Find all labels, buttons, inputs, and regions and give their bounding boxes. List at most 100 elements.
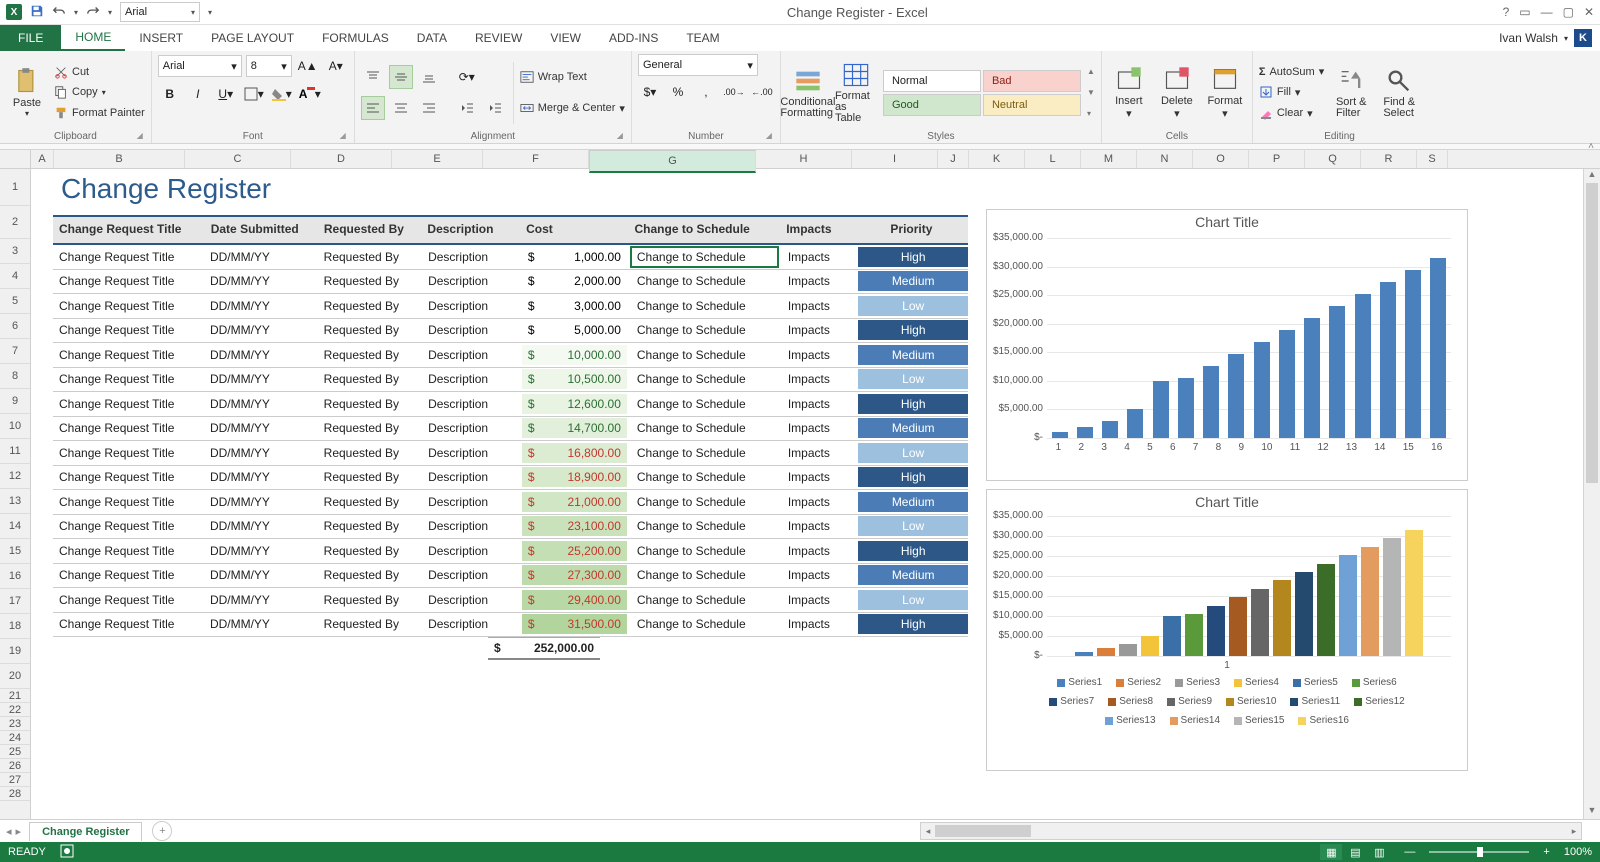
vertical-scrollbar[interactable]: ▲▼ xyxy=(1583,169,1600,819)
table-row[interactable]: Change Request TitleDD/MM/YYRequested By… xyxy=(53,245,968,270)
row-header[interactable]: 16 xyxy=(0,564,30,589)
align-bottom-icon[interactable] xyxy=(417,65,441,89)
qat-customize-icon[interactable]: ▾ xyxy=(208,8,212,17)
inc-indent-icon[interactable] xyxy=(483,96,507,120)
ribbon-tab-review[interactable]: REVIEW xyxy=(461,25,536,51)
merge-center-button[interactable]: Merge & Center▾ xyxy=(520,98,625,118)
font-name-select[interactable]: Arial▾ xyxy=(158,55,242,77)
dec-decimal-icon[interactable]: ←.00 xyxy=(750,80,774,104)
clipboard-launcher-icon[interactable]: ◢ xyxy=(137,131,143,140)
styles-more-icon[interactable]: ▾ xyxy=(1087,109,1095,118)
table-row[interactable]: Change Request TitleDD/MM/YYRequested By… xyxy=(53,588,968,613)
number-launcher-icon[interactable]: ◢ xyxy=(766,131,772,140)
inc-decimal-icon[interactable]: .00→ xyxy=(722,80,746,104)
redo-icon[interactable] xyxy=(86,4,100,21)
align-center-icon[interactable] xyxy=(389,96,413,120)
table-row[interactable]: Change Request TitleDD/MM/YYRequested By… xyxy=(53,392,968,417)
percent-icon[interactable]: % xyxy=(666,80,690,104)
minimize-icon[interactable]: — xyxy=(1541,5,1553,19)
col-header-C[interactable]: C xyxy=(185,150,291,168)
horizontal-scrollbar[interactable]: ◂▸ xyxy=(920,822,1582,840)
col-header-E[interactable]: E xyxy=(392,150,483,168)
row-header[interactable]: 20 xyxy=(0,664,30,689)
find-select-button[interactable]: Find & Select xyxy=(1378,61,1420,125)
row-header[interactable]: 28 xyxy=(0,787,30,801)
col-header-R[interactable]: R xyxy=(1361,150,1417,168)
align-middle-icon[interactable] xyxy=(389,65,413,89)
copy-button[interactable]: Copy▾ xyxy=(54,82,145,102)
row-header[interactable]: 7 xyxy=(0,339,30,364)
style-neutral[interactable]: Neutral xyxy=(983,94,1081,116)
align-top-icon[interactable] xyxy=(361,65,385,89)
row-header[interactable]: 9 xyxy=(0,389,30,414)
row-header[interactable]: 5 xyxy=(0,289,30,314)
table-row[interactable]: Change Request TitleDD/MM/YYRequested By… xyxy=(53,270,968,295)
paste-button[interactable]: Paste▾ xyxy=(6,61,48,125)
styles-down-icon[interactable]: ▼ xyxy=(1087,88,1095,97)
row-header[interactable]: 27 xyxy=(0,773,30,787)
orientation-icon[interactable]: ⟳▾ xyxy=(455,65,479,89)
fill-color-icon[interactable]: ▾ xyxy=(270,82,294,106)
ribbon-tab-add-ins[interactable]: ADD-INS xyxy=(595,25,672,51)
col-header-Q[interactable]: Q xyxy=(1305,150,1361,168)
style-bad[interactable]: Bad xyxy=(983,70,1081,92)
cut-button[interactable]: Cut xyxy=(54,62,145,82)
ribbon-options-icon[interactable]: ▭ xyxy=(1519,5,1530,19)
user-badge[interactable]: Ivan Walsh▾ K xyxy=(1491,25,1600,51)
col-header-A[interactable]: A xyxy=(31,150,54,168)
font-size-select[interactable]: 8▾ xyxy=(246,55,292,77)
macro-record-icon[interactable] xyxy=(60,844,74,861)
redo-dropdown-icon[interactable]: ▾ xyxy=(108,8,112,17)
row-header[interactable]: 2 xyxy=(0,206,30,239)
undo-icon[interactable] xyxy=(52,4,66,21)
view-layout-icon[interactable]: ▤ xyxy=(1344,844,1366,860)
font-launcher-icon[interactable]: ◢ xyxy=(340,131,346,140)
zoom-level[interactable]: 100% xyxy=(1564,846,1592,858)
row-header[interactable]: 19 xyxy=(0,639,30,664)
wrap-text-button[interactable]: Wrap Text xyxy=(520,67,625,87)
col-header-I[interactable]: I xyxy=(852,150,938,168)
col-header-L[interactable]: L xyxy=(1025,150,1081,168)
row-header[interactable]: 24 xyxy=(0,731,30,745)
ribbon-tab-insert[interactable]: INSERT xyxy=(125,25,197,51)
col-header-J[interactable]: J xyxy=(938,150,969,168)
col-header-N[interactable]: N xyxy=(1137,150,1193,168)
help-icon[interactable]: ? xyxy=(1503,5,1510,19)
insert-cells-button[interactable]: Insert▾ xyxy=(1108,61,1150,125)
row-header[interactable]: 3 xyxy=(0,239,30,264)
table-row[interactable]: Change Request TitleDD/MM/YYRequested By… xyxy=(53,466,968,491)
sheet-tab[interactable]: Change Register xyxy=(29,822,142,841)
row-header[interactable]: 21 xyxy=(0,689,30,703)
ribbon-tab-page-layout[interactable]: PAGE LAYOUT xyxy=(197,25,308,51)
col-header-H[interactable]: H xyxy=(756,150,852,168)
row-header[interactable]: 8 xyxy=(0,364,30,389)
zoom-slider[interactable] xyxy=(1429,851,1529,853)
number-format-select[interactable]: General▾ xyxy=(638,54,758,76)
autosum-button[interactable]: ΣAutoSum▾ xyxy=(1259,62,1324,82)
row-header[interactable]: 1 xyxy=(0,169,30,206)
col-header-K[interactable]: K xyxy=(969,150,1025,168)
row-header[interactable]: 11 xyxy=(0,439,30,464)
font-color-icon[interactable]: A▾ xyxy=(298,82,322,106)
worksheet-grid[interactable]: 1234567891011121314151617181920212223242… xyxy=(0,169,1600,819)
grow-font-icon[interactable]: A▲ xyxy=(296,54,320,78)
zoom-out-icon[interactable]: — xyxy=(1404,846,1415,858)
accounting-icon[interactable]: $▾ xyxy=(638,80,662,104)
col-header-D[interactable]: D xyxy=(291,150,392,168)
table-row[interactable]: Change Request TitleDD/MM/YYRequested By… xyxy=(53,417,968,442)
row-header[interactable]: 18 xyxy=(0,614,30,639)
view-break-icon[interactable]: ▥ xyxy=(1368,844,1390,860)
zoom-in-icon[interactable]: + xyxy=(1543,846,1549,858)
style-good[interactable]: Good xyxy=(883,94,981,116)
table-row[interactable]: Change Request TitleDD/MM/YYRequested By… xyxy=(53,515,968,540)
align-left-icon[interactable] xyxy=(361,96,385,120)
table-row[interactable]: Change Request TitleDD/MM/YYRequested By… xyxy=(53,343,968,368)
undo-dropdown-icon[interactable]: ▾ xyxy=(74,8,78,17)
save-icon[interactable] xyxy=(30,4,44,21)
chart-multi-series[interactable]: Chart Title $-$5,000.00$10,000.00$15,000… xyxy=(986,489,1468,771)
row-header[interactable]: 22 xyxy=(0,703,30,717)
row-header[interactable]: 6 xyxy=(0,314,30,339)
new-sheet-icon[interactable]: + xyxy=(152,821,172,841)
styles-up-icon[interactable]: ▲ xyxy=(1087,67,1095,76)
format-as-table-button[interactable]: Format as Table xyxy=(835,61,877,125)
